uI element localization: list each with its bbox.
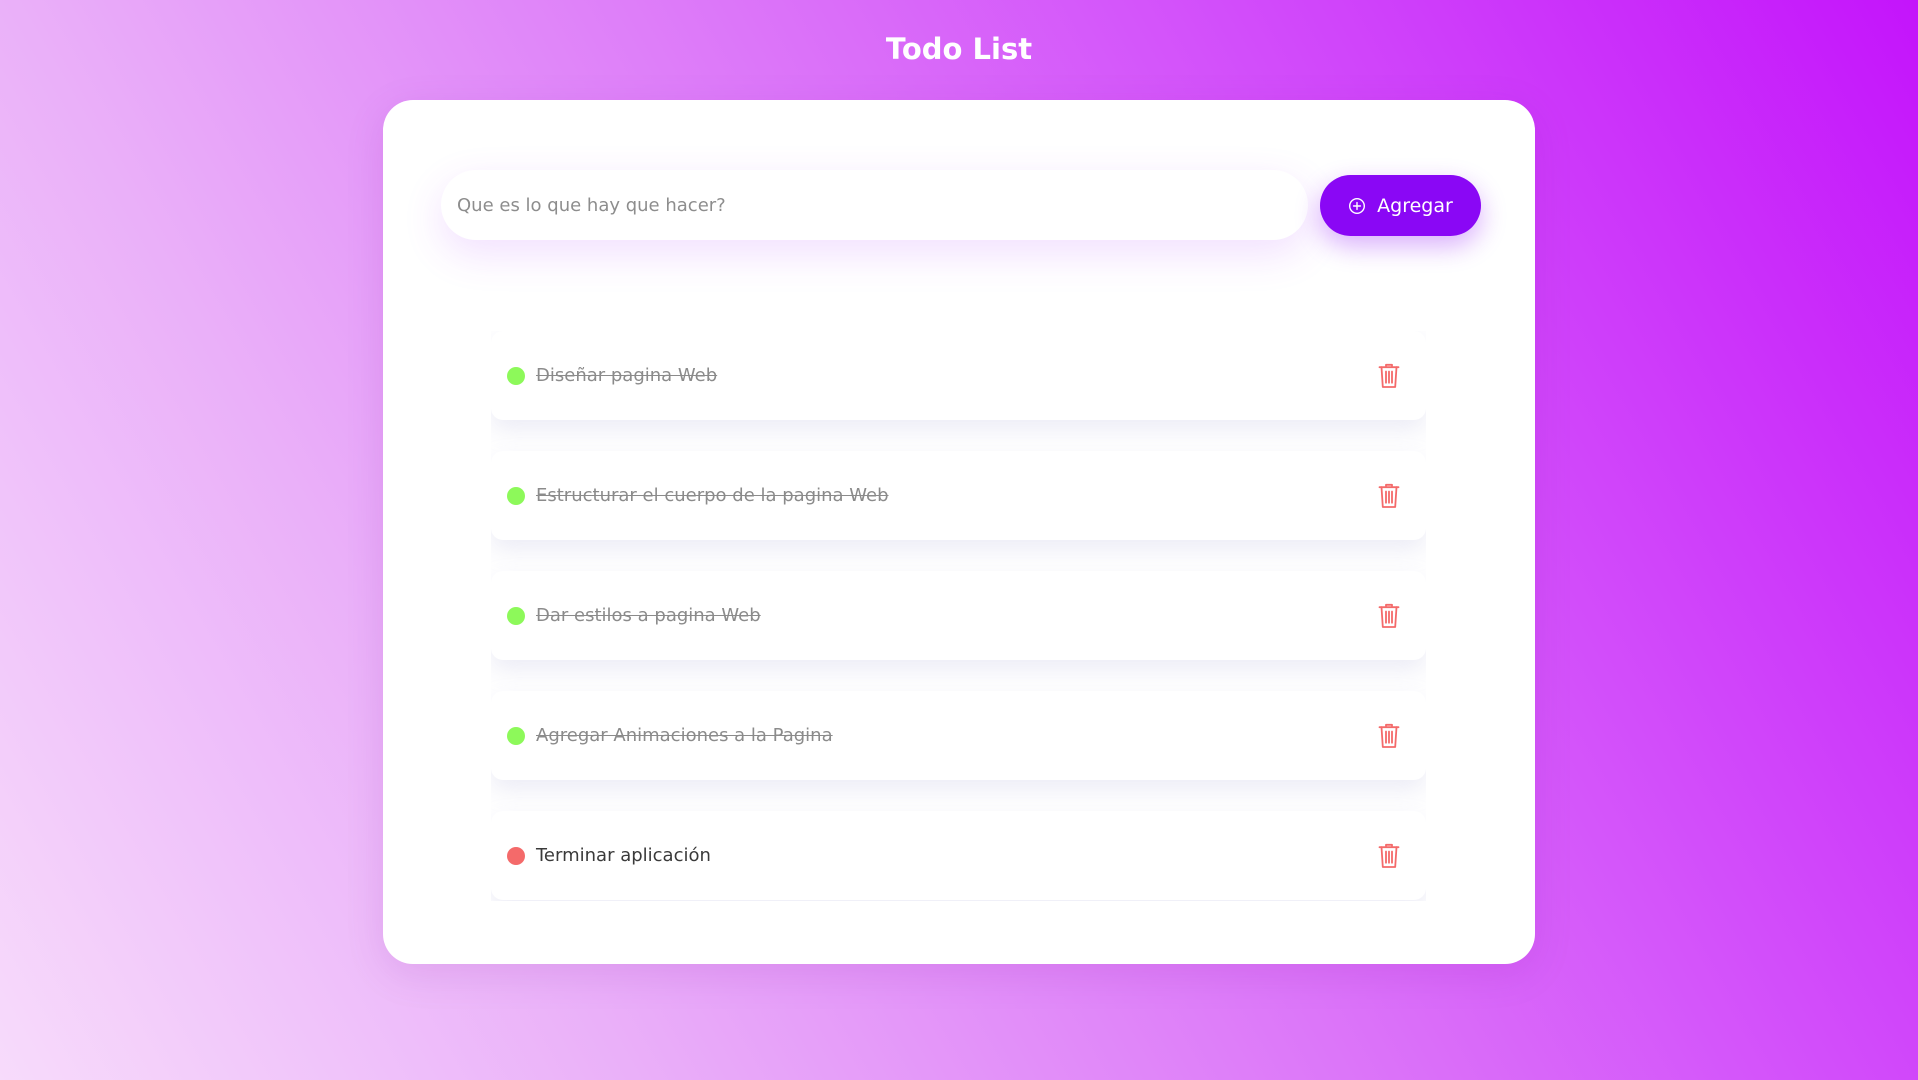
todo-text: Estructurar el cuerpo de la pagina Web <box>536 485 889 506</box>
todo-text: Agregar Animaciones a la Pagina <box>536 725 833 746</box>
add-button-label: Agregar <box>1377 194 1453 217</box>
delete-todo-button[interactable] <box>1374 361 1404 391</box>
todo-item: Terminar aplicación <box>491 811 1426 900</box>
todo-status-toggle[interactable] <box>507 727 525 745</box>
todo-status-toggle[interactable] <box>507 607 525 625</box>
todo-text: Dar estilos a pagina Web <box>536 605 761 626</box>
todo-item: Agregar Animaciones a la Pagina <box>491 691 1426 780</box>
todo-text: Terminar aplicación <box>536 845 711 866</box>
todo-text: Diseñar pagina Web <box>536 365 718 386</box>
todo-item: Estructurar el cuerpo de la pagina Web <box>491 451 1426 540</box>
todo-status-toggle[interactable] <box>507 487 525 505</box>
trash-icon <box>1378 723 1400 749</box>
delete-todo-button[interactable] <box>1374 721 1404 751</box>
delete-todo-button[interactable] <box>1374 481 1404 511</box>
todo-item: Dar estilos a pagina Web <box>491 571 1426 660</box>
todo-list: Diseñar pagina Web Estructurar el cuerpo… <box>491 331 1426 901</box>
todo-composer: Agregar <box>441 170 1481 240</box>
trash-icon <box>1378 483 1400 509</box>
todo-item: Diseñar pagina Web <box>491 331 1426 420</box>
todo-input[interactable] <box>441 170 1308 240</box>
plus-circle-icon <box>1348 197 1366 215</box>
trash-icon <box>1378 843 1400 869</box>
page-title: Todo List <box>885 32 1033 66</box>
todo-status-toggle[interactable] <box>507 367 525 385</box>
delete-todo-button[interactable] <box>1374 601 1404 631</box>
trash-icon <box>1378 603 1400 629</box>
delete-todo-button[interactable] <box>1374 841 1404 871</box>
add-todo-button[interactable]: Agregar <box>1320 175 1481 236</box>
trash-icon <box>1378 363 1400 389</box>
todo-status-toggle[interactable] <box>507 847 525 865</box>
todo-card: Agregar Diseñar pagina Web Estructurar e… <box>383 100 1535 964</box>
